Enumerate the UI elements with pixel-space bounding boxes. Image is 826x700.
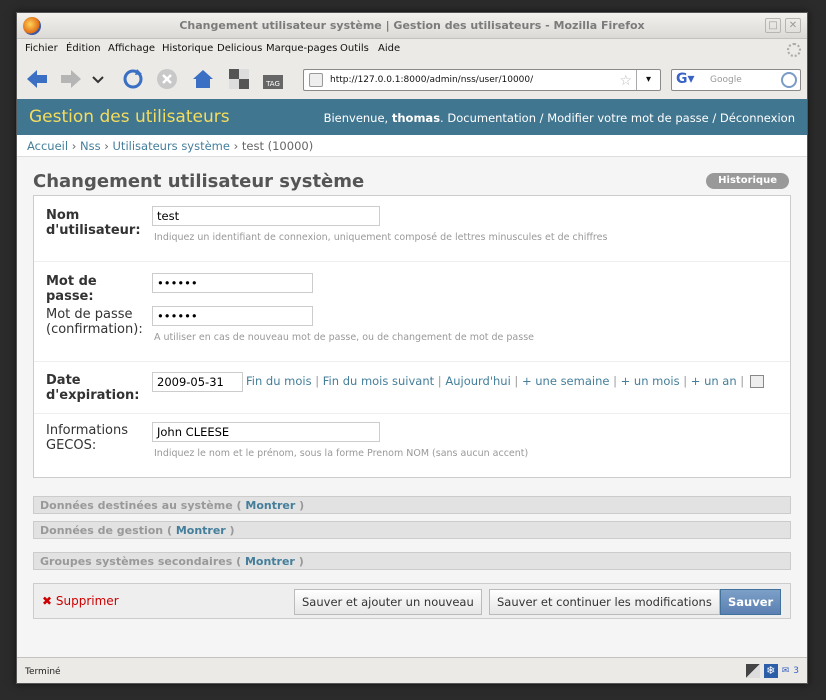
password-confirm-input[interactable]: •••••• <box>152 306 313 326</box>
main-fieldset: Nom d'utilisateur: test Indiquez un iden… <box>33 195 791 478</box>
user-links[interactable]: . Documentation / Modifier votre mot de … <box>440 111 795 125</box>
save-and-continue-button[interactable]: Sauver et continuer les modifications <box>489 589 720 615</box>
menu-bar: Fichier Édition Affichage Historique Del… <box>17 39 807 59</box>
welcome-text: Bienvenue, <box>323 111 389 125</box>
breadcrumb-model[interactable]: Utilisateurs système <box>113 139 230 153</box>
window-title: Changement utilisateur système | Gestion… <box>179 19 645 32</box>
admin-header: Gestion des utilisateurs Bienvenue, thom… <box>17 99 807 135</box>
back-icon[interactable] <box>25 67 49 91</box>
shortcut-today[interactable]: Aujourd'hui <box>445 374 510 388</box>
browser-window: Changement utilisateur système | Gestion… <box>16 12 808 684</box>
google-engine-icon[interactable]: G▾ <box>674 71 704 89</box>
password-help: A utiliser en cas de nouveau mot de pass… <box>154 332 534 343</box>
menu-affichage[interactable]: Affichage <box>108 43 155 54</box>
expiration-label: Date d'expiration: <box>46 373 140 403</box>
menu-fichier[interactable]: Fichier <box>25 43 58 54</box>
status-icons: ❄ ✉ 3 <box>745 664 799 678</box>
delete-icon: ✖ <box>42 594 53 608</box>
submit-row: ✖ Supprimer Sauver et ajouter un nouveau… <box>33 583 791 619</box>
section-management-data: Données de gestion ( Montrer ) <box>33 521 791 539</box>
username-help: Indiquez un identifiant de connexion, un… <box>154 232 608 243</box>
password-input[interactable]: •••••• <box>152 273 313 293</box>
history-button[interactable]: Historique <box>706 173 789 189</box>
password-label: Mot de passe: <box>46 274 97 304</box>
password-confirm-label: Mot de passe (confirmation): <box>46 307 143 337</box>
save-and-add-button[interactable]: Sauver et ajouter un nouveau <box>294 589 482 615</box>
url-text[interactable]: http://127.0.0.1:8000/admin/nss/user/100… <box>330 75 533 85</box>
calendar-icon[interactable] <box>749 375 764 388</box>
section-secondary-groups-toggle[interactable]: Montrer <box>245 555 295 568</box>
menu-outils[interactable]: Outils <box>340 43 369 54</box>
title-bar: Changement utilisateur système | Gestion… <box>17 13 807 39</box>
section-system-data-toggle[interactable]: Montrer <box>245 499 295 512</box>
section-system-data-title: Données destinées au système <box>40 499 233 512</box>
menu-marque-pages[interactable]: Marque-pages <box>266 43 337 54</box>
site-identity-icon[interactable] <box>309 73 323 87</box>
reload-icon[interactable] <box>121 67 145 91</box>
date-shortcuts: Fin du mois | Fin du mois suivant | Aujo… <box>246 374 764 388</box>
shortcut-plus-month[interactable]: + un mois <box>621 374 680 388</box>
navigation-toolbar: TAG http://127.0.0.1:8000/admin/nss/user… <box>17 59 807 97</box>
maximize-button[interactable]: □ <box>765 18 781 33</box>
section-secondary-groups: Groupes systèmes secondaires ( Montrer ) <box>33 552 791 570</box>
menu-aide[interactable]: Aide <box>378 43 400 54</box>
bookmark-star-icon[interactable]: ☆ <box>619 71 632 91</box>
form-row-username: Nom d'utilisateur: test Indiquez un iden… <box>34 196 790 262</box>
section-management-data-title: Données de gestion <box>40 524 164 537</box>
page-content: Gestion des utilisateurs Bienvenue, thom… <box>17 99 807 657</box>
expiration-input[interactable]: 2009-05-31 <box>152 372 243 392</box>
screengrab-status-icon[interactable] <box>745 664 760 678</box>
home-icon[interactable] <box>191 67 215 91</box>
form-row-expiration: Date d'expiration: 2009-05-31 Fin du moi… <box>34 362 790 414</box>
section-system-data: Données destinées au système ( Montrer ) <box>33 496 791 514</box>
mail-count: 3 <box>793 666 799 676</box>
gecos-label: Informations GECOS: <box>46 423 129 453</box>
close-window-button[interactable]: ✕ <box>785 18 801 33</box>
gecos-help: Indiquez le nom et le prénom, sous la fo… <box>154 448 529 459</box>
shortcut-plus-year[interactable]: + un an <box>691 374 737 388</box>
shortcut-end-of-month[interactable]: Fin du mois <box>246 374 312 388</box>
throbber-icon <box>787 43 801 57</box>
menu-delicious[interactable]: Delicious <box>217 43 262 54</box>
gecos-input[interactable]: John CLEESE <box>152 422 380 442</box>
delete-link[interactable]: ✖ Supprimer <box>42 594 119 608</box>
breadcrumb-home[interactable]: Accueil <box>27 139 68 153</box>
screenshot-icon[interactable] <box>227 67 251 91</box>
history-dropdown-icon[interactable] <box>91 67 105 91</box>
section-secondary-groups-title: Groupes systèmes secondaires <box>40 555 233 568</box>
breadcrumb-current: test (10000) <box>241 139 314 153</box>
search-bar[interactable]: G▾ Google <box>671 69 801 91</box>
svg-text:TAG: TAG <box>265 80 280 88</box>
username-text: thomas <box>391 111 441 125</box>
form-row-gecos: Informations GECOS: John CLEESE Indiquez… <box>34 414 790 478</box>
url-bar[interactable]: http://127.0.0.1:8000/admin/nss/user/100… <box>303 69 661 91</box>
search-icon[interactable] <box>781 72 797 88</box>
tag-icon[interactable]: TAG <box>261 67 285 91</box>
url-dropdown-button[interactable]: ▾ <box>636 70 660 90</box>
mail-icon[interactable]: ✉ <box>782 666 790 676</box>
username-input[interactable]: test <box>152 206 380 226</box>
shortcut-plus-week[interactable]: + une semaine <box>522 374 609 388</box>
delete-label: Supprimer <box>55 594 119 608</box>
menu-historique[interactable]: Historique <box>162 43 213 54</box>
page-title: Changement utilisateur système <box>33 171 365 192</box>
snowflake-icon[interactable]: ❄ <box>763 664 778 678</box>
menu-edition[interactable]: Édition <box>66 43 101 54</box>
status-bar: Terminé ❄ ✉ 3 <box>17 657 807 683</box>
forward-icon[interactable] <box>59 67 83 91</box>
stop-icon[interactable] <box>155 67 179 91</box>
search-placeholder[interactable]: Google <box>710 75 742 85</box>
status-text: Terminé <box>25 667 61 677</box>
save-button[interactable]: Sauver <box>720 589 782 615</box>
form-row-password: Mot de passe: •••••• Mot de passe (confi… <box>34 262 790 362</box>
site-brand[interactable]: Gestion des utilisateurs <box>29 107 230 127</box>
shortcut-end-of-next-month[interactable]: Fin du mois suivant <box>323 374 434 388</box>
user-tools: Bienvenue, thomas. Documentation / Modif… <box>324 111 795 125</box>
section-management-data-toggle[interactable]: Montrer <box>176 524 226 537</box>
breadcrumb-app[interactable]: Nss <box>80 139 101 153</box>
breadcrumb: Accueil › Nss › Utilisateurs système › t… <box>17 135 807 157</box>
username-label: Nom d'utilisateur: <box>46 208 141 238</box>
